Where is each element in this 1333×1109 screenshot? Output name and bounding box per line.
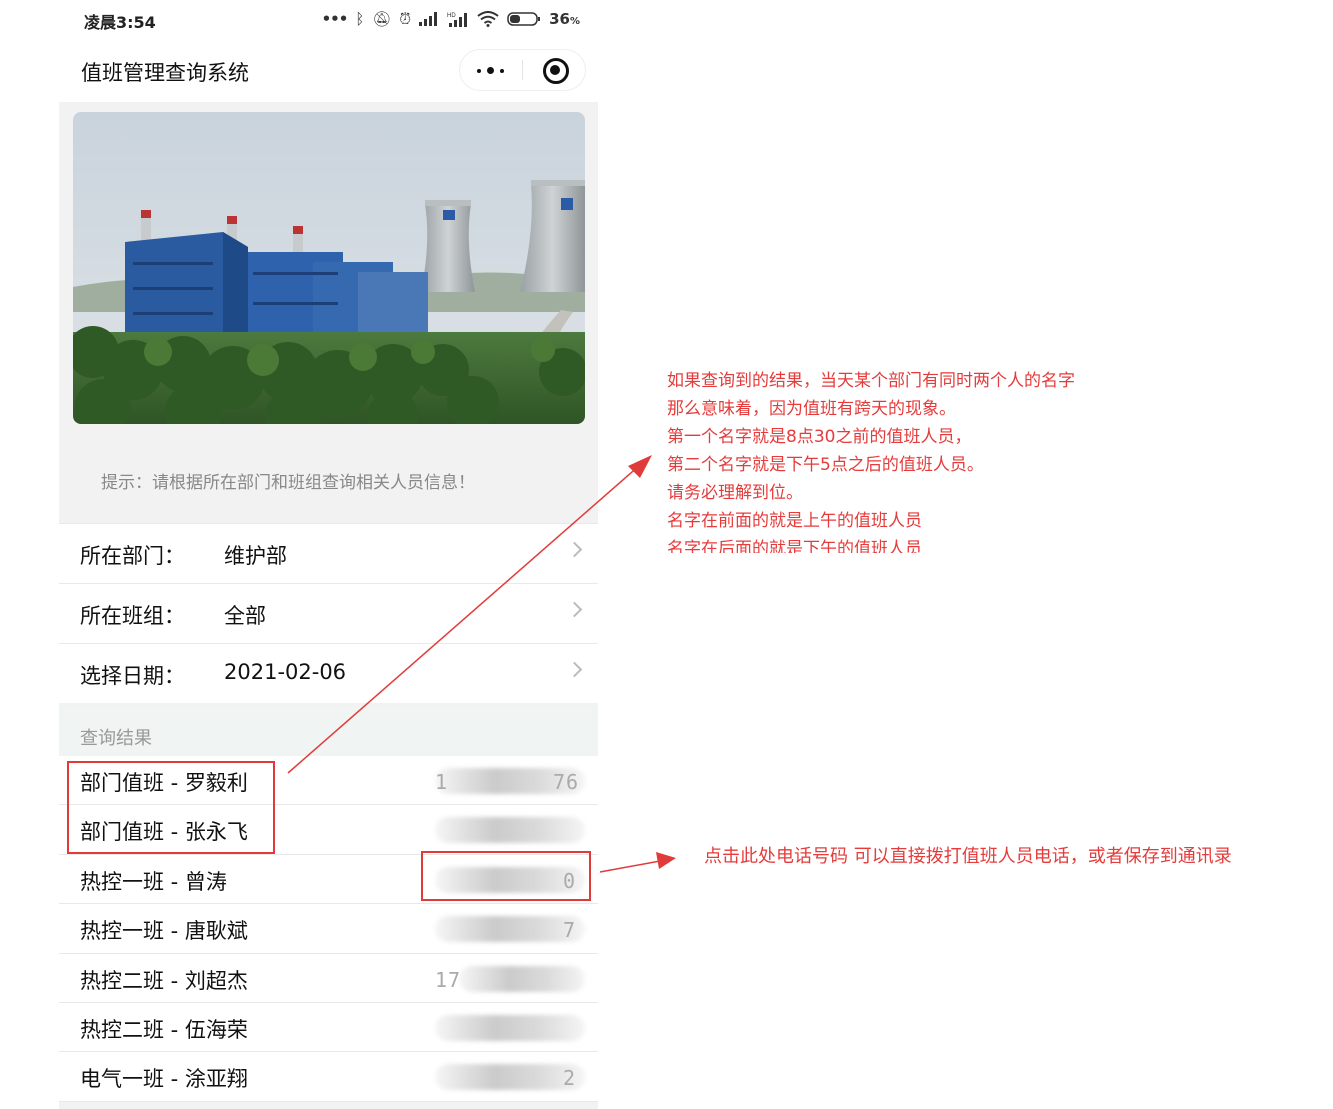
note-line: 请务必理解到位。 [667, 483, 803, 503]
note-line: 如果查询到的结果，当天某个部门有同时两个人的名字 [667, 371, 1075, 391]
note-line: 那么意味着，因为值班有跨天的现象。 [667, 399, 956, 419]
annotation-note-duty: 如果查询到的结果，当天某个部门有同时两个人的名字 那么意味着，因为值班有跨天的现… [667, 367, 1167, 553]
note-line: 第二个名字就是下午5点之后的值班人员。 [667, 455, 984, 475]
note-line: 名字在前面的就是上午的值班人员 [667, 511, 922, 531]
annotation-note-phone: 点击此处电话号码 可以直接拨打值班人员电话，或者保存到通讯录 [704, 846, 1232, 867]
note-line: 名字在后面的就是下午的值班人员 [667, 539, 922, 553]
note-line: 第一个名字就是8点30之前的值班人员， [667, 427, 972, 447]
annotation-arrows [287, 455, 676, 873]
